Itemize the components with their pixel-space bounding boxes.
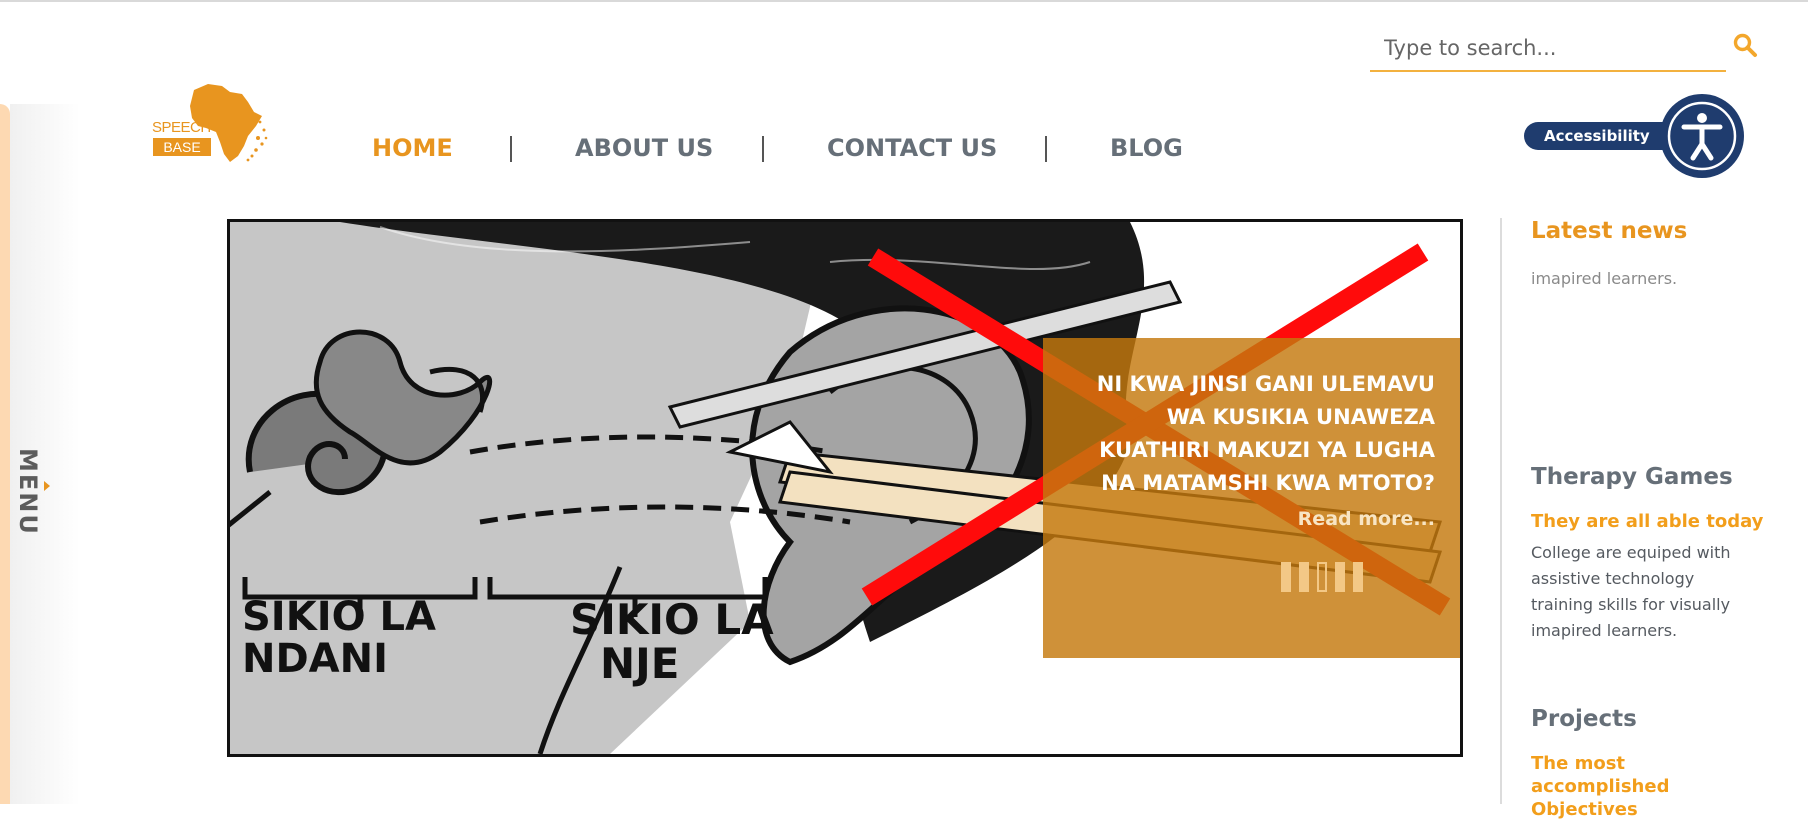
search-icon[interactable] xyxy=(1732,32,1758,58)
accessibility-button[interactable]: Accessibility xyxy=(1524,94,1744,182)
accessibility-icon xyxy=(1667,101,1737,171)
hero-slider[interactable]: SIKIO LA NDANI SIKIO LA NJE NI KWA JINSI… xyxy=(227,219,1463,757)
therapy-games-title: Therapy Games xyxy=(1531,464,1733,490)
nav-divider xyxy=(1045,136,1047,162)
slide-dot-2[interactable] xyxy=(1299,562,1309,592)
nav-blog[interactable]: BLOG xyxy=(1110,134,1183,162)
search-input[interactable] xyxy=(1370,26,1716,70)
slide-dot-4[interactable] xyxy=(1335,562,1345,592)
latest-news-ticker[interactable]: _ imapired learners. xyxy=(1531,256,1761,310)
image-label-inner-2: NDANI xyxy=(242,636,388,682)
nav-divider xyxy=(762,136,764,162)
slide-dot-3[interactable] xyxy=(1317,562,1327,592)
therapy-games-subtitle[interactable]: They are all able today xyxy=(1531,510,1763,533)
side-menu-label[interactable]: MENU xyxy=(12,448,42,536)
latest-news-text: _ imapired learners. xyxy=(1531,269,1678,288)
read-more-link[interactable]: Read more... xyxy=(1063,508,1435,530)
projects-title: Projects xyxy=(1531,706,1637,732)
search-box xyxy=(1370,26,1726,72)
slide-dot-5[interactable] xyxy=(1353,562,1363,592)
accessibility-icon-circle xyxy=(1660,94,1744,178)
nav-about-us[interactable]: ABOUT US xyxy=(575,134,713,162)
projects-subtitle[interactable]: The most accomplished Objectives xyxy=(1531,752,1761,821)
slide-dot-1[interactable] xyxy=(1281,562,1291,592)
image-label-inner-1: SIKIO LA xyxy=(242,594,436,640)
nav-divider xyxy=(510,136,512,162)
sidebar-divider xyxy=(1500,218,1502,804)
logo-text-speech: SPEECH xyxy=(152,119,211,136)
side-menu-tab[interactable] xyxy=(0,104,10,804)
nav-home[interactable]: HOME xyxy=(372,134,453,162)
nav-contact-us[interactable]: CONTACT US xyxy=(827,134,997,162)
image-label-outer-1: SIKIO LA xyxy=(570,595,774,644)
speechbase-logo[interactable]: SPEECH BASE xyxy=(150,82,280,166)
logo-text-base: BASE xyxy=(153,138,211,156)
therapy-games-body: College are equiped with assistive techn… xyxy=(1531,543,1731,640)
slide-caption: NI KWA JINSI GANI ULEMAVU WA KUSIKIA UNA… xyxy=(1043,338,1460,658)
image-label-outer-2: NJE xyxy=(600,639,679,688)
caret-right-icon[interactable] xyxy=(44,481,50,491)
top-border xyxy=(0,0,1808,2)
latest-news-title: Latest news xyxy=(1531,218,1688,244)
slide-headline: NI KWA JINSI GANI ULEMAVU WA KUSIKIA UNA… xyxy=(1096,372,1435,495)
